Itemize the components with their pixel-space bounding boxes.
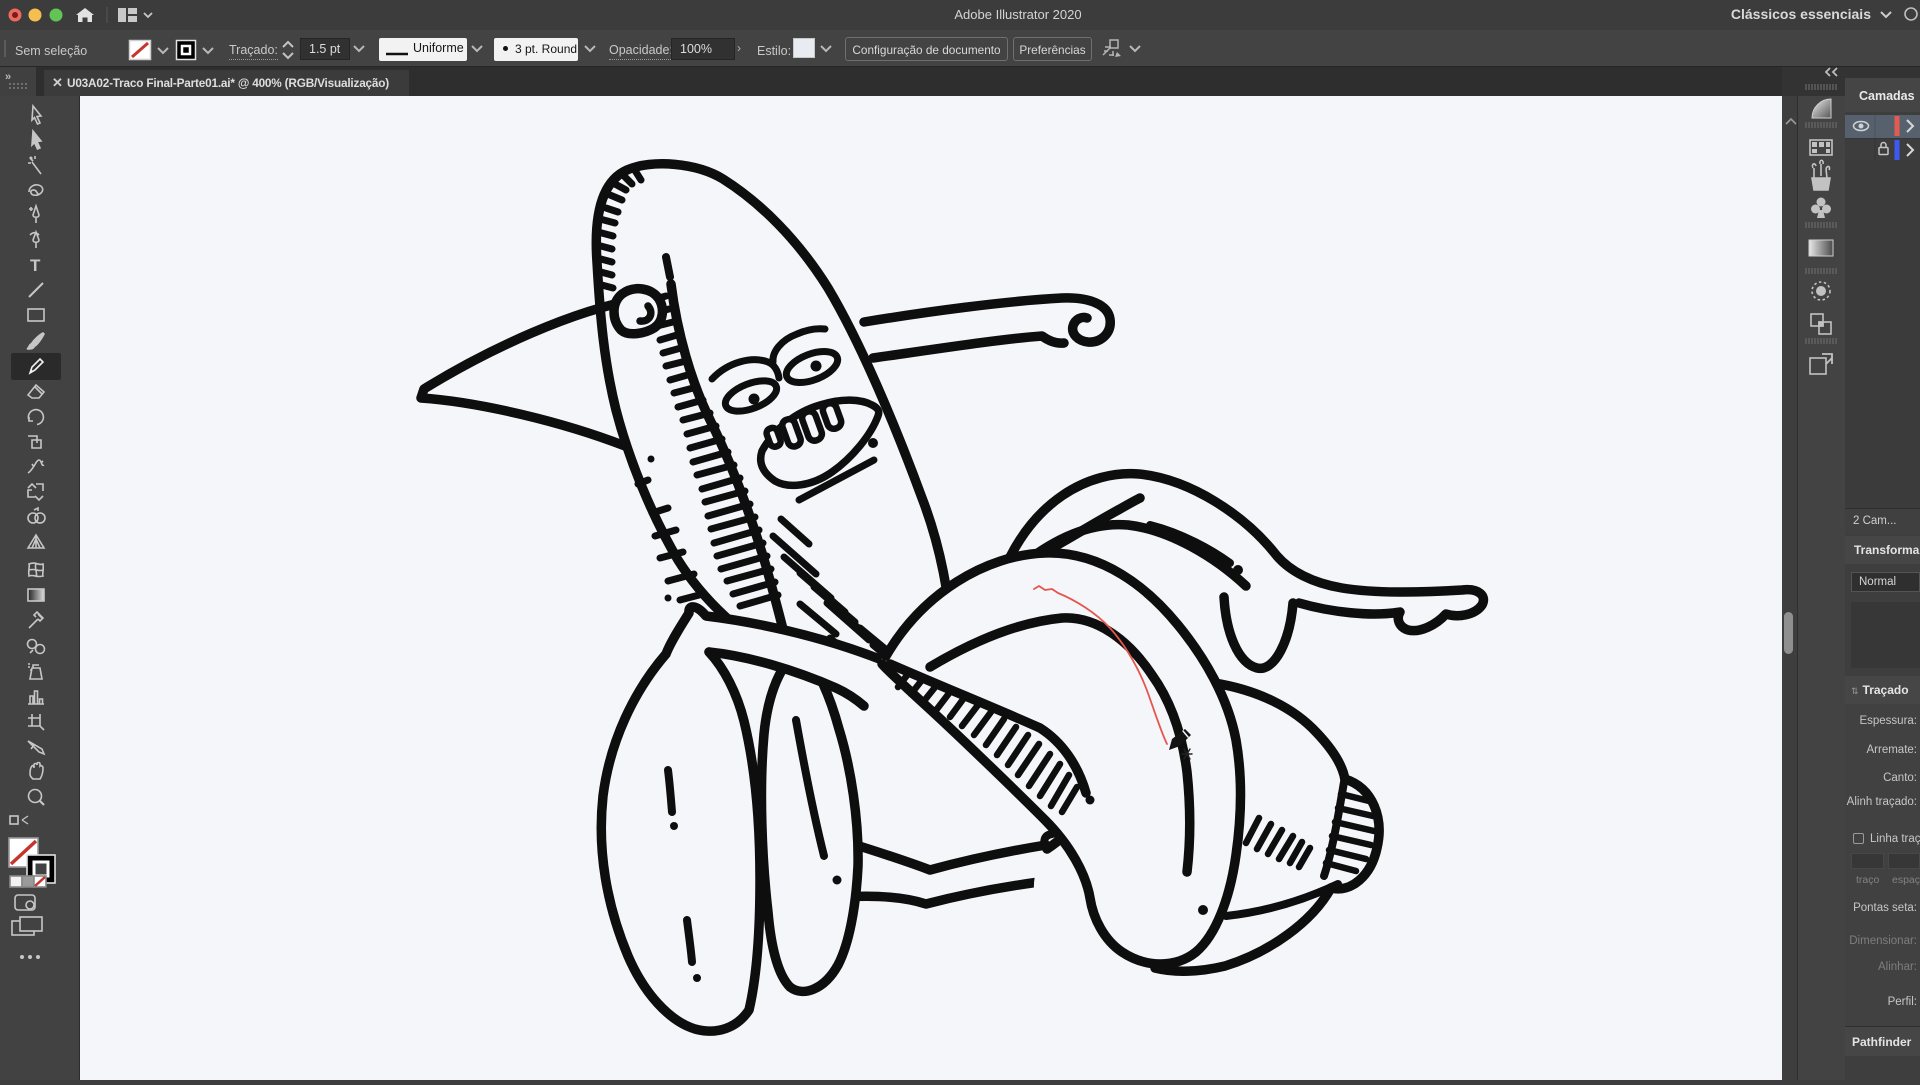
svg-text:T: T	[30, 256, 41, 275]
svg-text:»: »	[5, 71, 11, 83]
